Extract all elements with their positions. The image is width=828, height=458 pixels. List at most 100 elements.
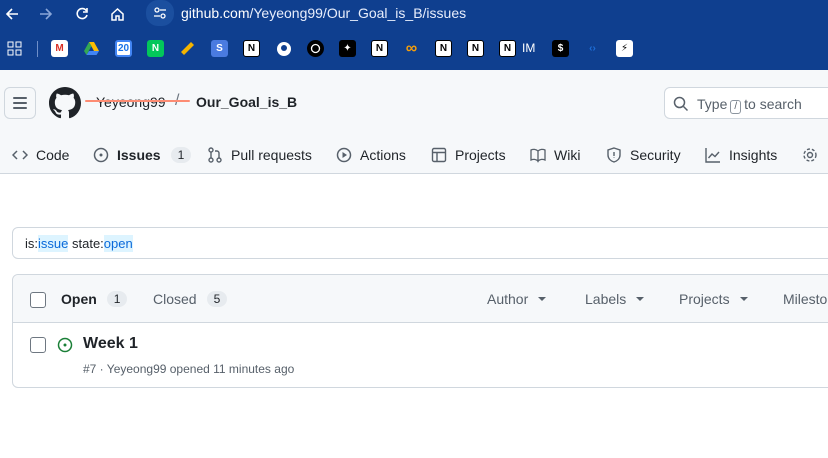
issues-count-badge: 1 <box>170 147 192 163</box>
tab-label: Security <box>630 147 681 163</box>
play-icon <box>336 147 352 163</box>
search-prefix: Type <box>697 96 728 112</box>
forward-button[interactable] <box>34 2 58 26</box>
issue-row[interactable]: Week 1 #7 · Yeyeong99 opened 11 minutes … <box>13 323 828 389</box>
open-issues-filter[interactable]: Open 1 <box>61 291 128 307</box>
tiger-icon[interactable]: ✦ <box>339 40 356 57</box>
infinity-icon[interactable]: ∞ <box>403 40 420 57</box>
issues-search-input[interactable]: is:issue state:open <box>12 227 828 259</box>
tab-security[interactable]: Security <box>606 136 681 174</box>
vscode-icon[interactable]: ‹› <box>584 40 601 57</box>
closed-count-badge: 5 <box>206 291 228 307</box>
search-query: is:issue state:open <box>25 235 133 252</box>
reload-button[interactable] <box>70 2 94 26</box>
calendar-icon[interactable]: 20 <box>115 40 132 57</box>
tab-label: Issues <box>117 147 161 163</box>
caret-down-icon <box>538 297 547 301</box>
issues-list: Open 1 Closed 5 Author Labels Projects M… <box>12 274 828 388</box>
tab-wiki[interactable]: Wiki <box>530 136 580 174</box>
bookmarks-bar: M 20 N S N ✦ N ∞ N N N IM $ ‹› ⚡ <box>0 28 828 70</box>
browser-toolbar: github.com/Yeyeong99/Our_Goal_is_B/issue… <box>0 0 828 28</box>
tab-issues[interactable]: Issues 1 <box>93 136 192 174</box>
tab-label: Insights <box>729 147 778 163</box>
author-filter-dropdown[interactable]: Author <box>487 291 547 307</box>
home-button[interactable] <box>105 2 129 26</box>
tab-label: Actions <box>360 147 406 163</box>
naver-icon[interactable]: N <box>147 40 164 57</box>
chatgpt-icon[interactable] <box>307 40 324 57</box>
reload-icon <box>76 7 88 20</box>
github-bookmark-icon[interactable] <box>275 40 292 57</box>
projects-filter-dropdown[interactable]: Projects <box>679 291 748 307</box>
url-host: github.com <box>181 5 250 21</box>
terminal-icon[interactable]: $ <box>552 40 569 57</box>
closed-issues-filter[interactable]: Closed 5 <box>153 291 228 307</box>
tab-label: Projects <box>455 147 506 163</box>
address-bar[interactable]: github.com/Yeyeong99/Our_Goal_is_B/issue… <box>181 5 466 21</box>
repo-name-link[interactable]: Our_Goal_is_B <box>196 94 297 110</box>
back-button[interactable] <box>0 2 24 26</box>
gmail-icon[interactable]: M <box>51 40 68 57</box>
search-icon <box>673 96 689 112</box>
tune-icon <box>154 7 166 19</box>
notion-icon-4[interactable]: N <box>467 40 484 57</box>
apps-icon[interactable] <box>6 40 23 57</box>
ruler-icon[interactable] <box>179 40 196 57</box>
open-label: Open <box>61 291 97 307</box>
tab-insights[interactable]: Insights <box>705 136 777 174</box>
issue-meta: #7 · Yeyeong99 opened 11 minutes ago <box>83 362 295 376</box>
github-logo-icon[interactable] <box>49 87 81 119</box>
bookmark-separator <box>37 41 38 57</box>
book-icon <box>530 148 546 163</box>
code-icon <box>12 150 28 160</box>
url-path: /Yeyeong99/Our_Goal_is_B/issues <box>249 5 467 21</box>
arrow-right-icon <box>40 8 53 20</box>
menu-button[interactable] <box>4 87 36 119</box>
git-pull-request-icon <box>208 147 222 163</box>
notion-icon-5[interactable]: N <box>499 40 516 57</box>
issue-select-checkbox[interactable] <box>30 337 46 353</box>
search-placeholder: Type / to search <box>697 96 802 114</box>
notion-icon-2[interactable]: N <box>371 40 388 57</box>
milestones-filter-dropdown[interactable]: Milestones <box>783 291 828 307</box>
tab-label: Wiki <box>554 147 581 163</box>
issue-opened-icon <box>93 147 109 163</box>
global-search-button[interactable]: Type / to search <box>664 87 828 119</box>
issues-list-header: Open 1 Closed 5 Author Labels Projects M… <box>13 275 828 323</box>
s-app-icon[interactable]: S <box>211 40 228 57</box>
filter-label: Labels <box>585 291 627 307</box>
caret-down-icon <box>739 297 748 301</box>
home-icon <box>110 7 124 21</box>
tab-code[interactable]: Code <box>12 136 69 174</box>
selected-tab-underline <box>85 100 190 102</box>
tab-projects[interactable]: Projects <box>431 136 506 174</box>
labels-filter-dropdown[interactable]: Labels <box>585 291 645 307</box>
bookmark-im[interactable]: IM <box>522 41 535 55</box>
velog-icon[interactable]: ⚡ <box>616 40 633 57</box>
tab-settings[interactable] <box>802 136 818 174</box>
notion-icon[interactable]: N <box>243 40 260 57</box>
filter-label: Author <box>487 291 529 307</box>
table-icon <box>431 147 447 163</box>
filter-label: Milestones <box>783 291 828 307</box>
open-count-badge: 1 <box>106 291 128 307</box>
drive-icon[interactable] <box>83 40 100 57</box>
notion-icon-3[interactable]: N <box>435 40 452 57</box>
caret-down-icon <box>636 297 645 301</box>
site-info-button[interactable] <box>146 0 174 26</box>
tab-actions[interactable]: Actions <box>336 136 406 174</box>
closed-label: Closed <box>153 291 197 307</box>
menu-bar <box>13 97 27 99</box>
issue-title-link[interactable]: Week 1 <box>83 335 138 353</box>
repo-owner-link[interactable]: Yeyeong99 <box>96 94 166 110</box>
issue-opened-icon <box>57 337 73 353</box>
graph-icon <box>705 148 720 163</box>
query-key-is: is: <box>25 236 38 251</box>
query-value-issue: issue <box>38 235 69 252</box>
select-all-checkbox[interactable] <box>30 292 46 308</box>
tab-pull-requests[interactable]: Pull requests <box>207 136 312 174</box>
gear-icon <box>803 148 817 162</box>
query-value-open: open <box>103 235 133 252</box>
tab-label: Code <box>36 147 70 163</box>
menu-bar <box>13 107 27 109</box>
